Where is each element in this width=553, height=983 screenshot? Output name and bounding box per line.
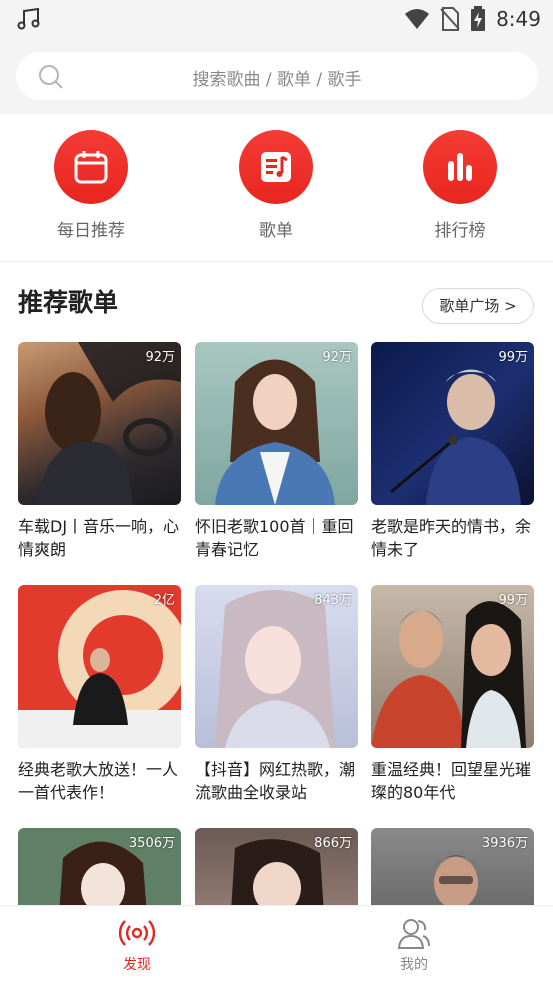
nav-mine[interactable]: 我的: [374, 916, 454, 974]
play-count: 99万: [498, 593, 528, 608]
play-count: 2亿: [153, 593, 175, 608]
playlist-card[interactable]: 99万 老歌是昨天的情书，余情未了: [371, 342, 534, 561]
chart-bars-icon: [448, 153, 472, 181]
user-profile-icon: [397, 919, 430, 949]
daily-recommend-button[interactable]: 每日推荐: [16, 130, 166, 241]
nav-mine-label: 我的: [400, 957, 428, 973]
wifi-icon: [405, 9, 430, 29]
calendar-icon: [74, 151, 108, 184]
status-bar: 8:49: [0, 0, 553, 40]
play-count: 92万: [322, 350, 352, 365]
nav-discover-label: 发现: [123, 957, 151, 973]
nav-discover[interactable]: 发现: [97, 916, 177, 974]
playlist-cover: 92万: [195, 342, 358, 505]
playlist-button[interactable]: 歌单: [201, 130, 351, 241]
playlist-title: 老歌是昨天的情书，余情未了: [371, 517, 532, 559]
play-count: 3506万: [128, 836, 175, 851]
play-count: 92万: [145, 350, 175, 365]
play-count: 843万: [314, 593, 352, 608]
play-count: 3936万: [481, 836, 528, 851]
radio-broadcast-icon: [119, 920, 155, 946]
playlist-card[interactable]: 2亿 经典老歌大放送！一人一首代表作！: [18, 585, 181, 804]
bottom-nav: 发现 我的: [0, 905, 553, 983]
app-screen: 8:49 搜索歌曲 / 歌单 / 歌手 每日推荐 歌单 排行榜 推荐歌单 歌单广…: [0, 0, 553, 983]
daily-recommend-circle: [54, 130, 128, 204]
playlist-card[interactable]: 843万 【抖音】网红热歌，潮流歌曲全收录站: [195, 585, 358, 804]
search-area: 搜索歌曲 / 歌单 / 歌手: [0, 40, 553, 114]
playlist-card[interactable]: 92万 车载DJ丨音乐一响，心情爽朗: [18, 342, 181, 561]
search-input[interactable]: 搜索歌曲 / 歌单 / 歌手: [16, 52, 538, 100]
playlist-square-button[interactable]: 歌单广场 >: [422, 288, 534, 324]
play-count: 866万: [314, 836, 352, 851]
category-row: 每日推荐 歌单 排行榜: [0, 114, 553, 262]
playlist-cover: 92万: [18, 342, 181, 505]
playlist-card[interactable]: 92万 怀旧老歌100首｜重回青春记忆: [195, 342, 358, 561]
playlist-circle: [239, 130, 313, 204]
play-count: 99万: [498, 350, 528, 365]
playlist-title: 重温经典！回望星光璀璨的80年代: [371, 760, 532, 802]
playlist-icon: [261, 152, 291, 182]
no-sim-icon: [440, 7, 460, 31]
playlist-cover: 99万: [371, 342, 534, 505]
section-title: 推荐歌单: [18, 288, 119, 317]
playlist-title: 经典老歌大放送！一人一首代表作！: [18, 760, 179, 802]
ranking-circle: [423, 130, 497, 204]
ranking-label: 排行榜: [434, 221, 486, 241]
playlist-label: 歌单: [259, 221, 293, 241]
search-placeholder: 搜索歌曲 / 歌单 / 歌手: [192, 70, 362, 90]
status-time: 8:49: [496, 7, 541, 31]
playlist-title: 车载DJ丨音乐一响，心情爽朗: [18, 517, 180, 559]
playlist-card[interactable]: 99万 重温经典！回望星光璀璨的80年代: [371, 585, 534, 804]
playlist-cover: 843万: [195, 585, 358, 748]
playlist-cover: 2亿: [18, 585, 181, 748]
battery-charging-icon: [471, 6, 486, 31]
playlist-title: 【抖音】网红热歌，潮流歌曲全收录站: [195, 760, 356, 802]
daily-recommend-label: 每日推荐: [57, 221, 125, 241]
music-note-icon: [17, 7, 40, 30]
ranking-button[interactable]: 排行榜: [385, 130, 535, 241]
playlist-cover: 99万: [371, 585, 534, 748]
playlist-title: 怀旧老歌100首｜重回青春记忆: [195, 517, 354, 559]
